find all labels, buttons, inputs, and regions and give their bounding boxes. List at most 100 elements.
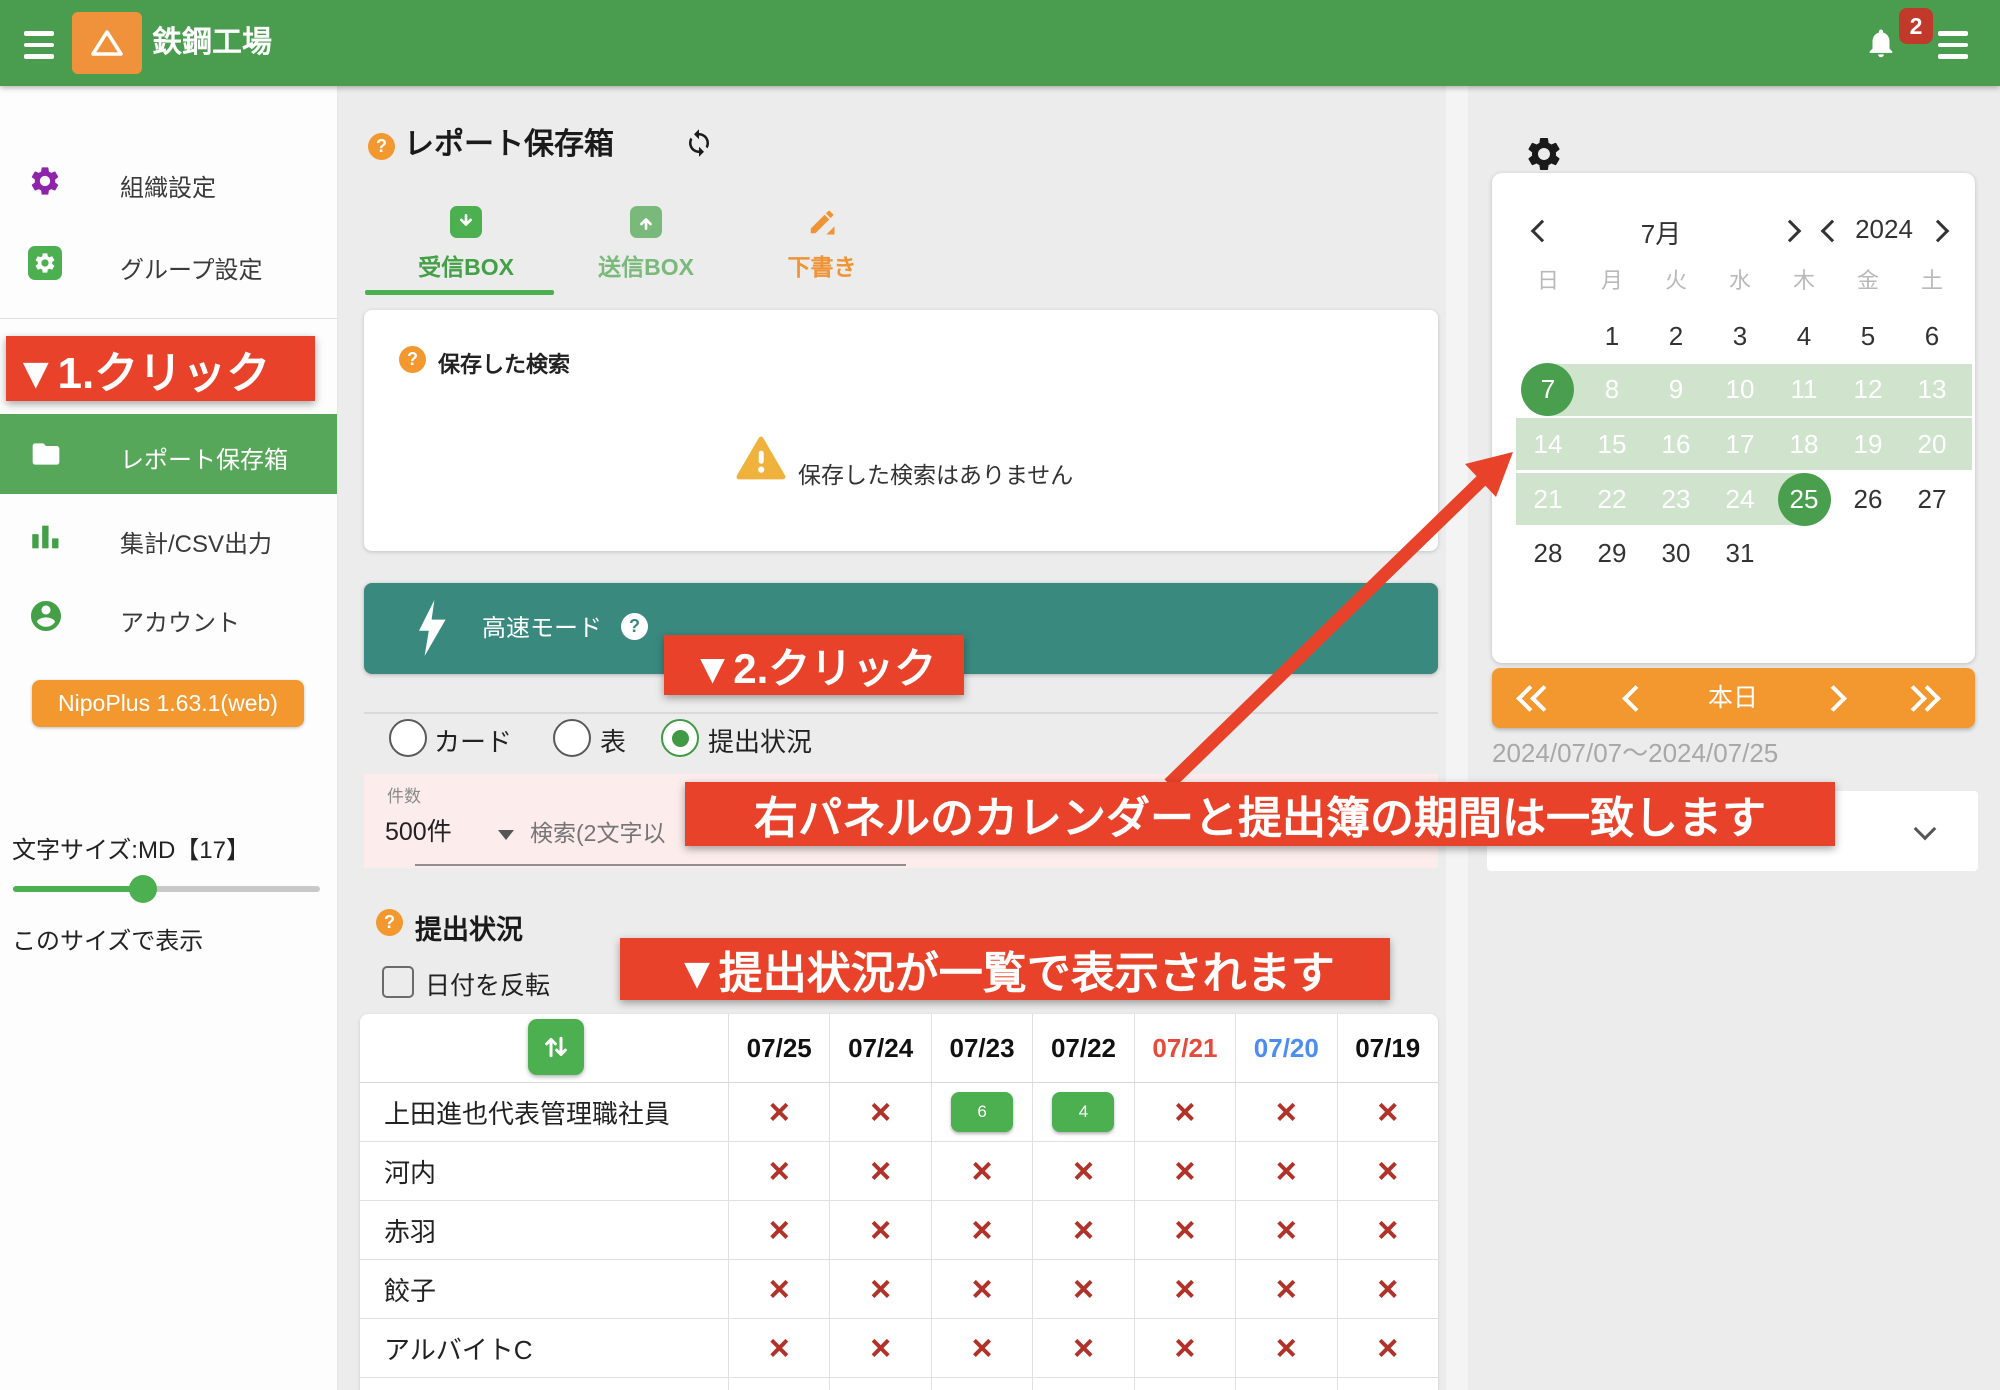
refresh-icon[interactable] (684, 128, 714, 158)
calendar-day-18[interactable]: 18 (1772, 418, 1836, 471)
radio-submission-label[interactable]: 提出状況 (708, 722, 812, 759)
submission-cell: × (728, 1260, 829, 1318)
calendar-day-25[interactable]: 25 (1772, 473, 1836, 526)
not-submitted-mark: × (1072, 1268, 1094, 1309)
calendar-day-10[interactable]: 10 (1708, 363, 1772, 416)
calendar-day-28[interactable]: 28 (1516, 527, 1580, 580)
calendar-year-label: 2024 (1855, 214, 1913, 244)
member-name (360, 1378, 728, 1390)
not-submitted-mark: × (1072, 1209, 1094, 1250)
prev-month-icon[interactable] (1530, 219, 1554, 243)
submission-count-badge[interactable]: 4 (1052, 1092, 1115, 1132)
calendar-day-15[interactable]: 15 (1580, 418, 1644, 471)
date-header-07/20: 07/20 (1235, 1014, 1336, 1082)
search-input[interactable] (528, 812, 692, 854)
tab-inbox[interactable]: 受信BOX (381, 206, 551, 282)
weekday-1: 月 (1600, 268, 1623, 293)
radio-card-view[interactable] (389, 719, 427, 757)
not-submitted-mark: × (1377, 1268, 1399, 1309)
sidebar-item-csv-export[interactable]: 集計/CSV出力 (120, 524, 272, 559)
calendar-day-31[interactable]: 31 (1708, 527, 1772, 580)
weekday-3: 水 (1728, 268, 1751, 293)
radio-table-view[interactable] (553, 719, 591, 757)
font-size-slider-knob[interactable] (129, 875, 157, 903)
count-select[interactable]: 500件 (385, 812, 452, 848)
help-icon-saved-search[interactable]: ? (399, 346, 426, 373)
submission-table: 07/25 07/24 07/23 07/22 07/21 07/20 07/19 上田進也… (360, 1014, 1438, 1390)
sidebar-item-org-settings[interactable]: 組織設定 (120, 168, 216, 203)
menu-hamburger-right[interactable] (1938, 31, 1968, 59)
submission-cell: × (930, 1142, 1032, 1200)
calendar-day-22[interactable]: 22 (1580, 473, 1644, 526)
not-submitted-mark: × (870, 1327, 892, 1368)
calendar-day-14[interactable]: 14 (1516, 418, 1580, 471)
submission-cell: × (829, 1083, 930, 1141)
calendar-day-30[interactable]: 30 (1644, 527, 1708, 580)
tab-draft[interactable]: 下書き (737, 206, 907, 282)
sidebar-item-account[interactable]: アカウント (120, 603, 240, 638)
today-button[interactable]: 本日 (1683, 668, 1783, 728)
search-underline (415, 864, 906, 866)
not-submitted-mark: × (971, 1327, 993, 1368)
menu-hamburger-left[interactable] (24, 31, 54, 59)
invert-dates-label[interactable]: 日付を反転 (425, 966, 550, 1002)
group-settings-gear-icon (28, 246, 62, 280)
scrollbar-strip[interactable] (1446, 86, 1468, 1390)
help-icon-report-box[interactable]: ? (368, 133, 395, 160)
calendar-day-29[interactable]: 29 (1580, 527, 1644, 580)
calendar-day-9[interactable]: 9 (1644, 363, 1708, 416)
calendar-day-17[interactable]: 17 (1708, 418, 1772, 471)
sort-button[interactable] (528, 1019, 584, 1075)
weekday-6: 土 (1920, 268, 1943, 293)
calendar-day-4[interactable]: 4 (1772, 310, 1836, 363)
notification-bell-icon[interactable] (1864, 24, 1898, 62)
notification-count-badge: 2 (1899, 8, 1933, 44)
not-submitted-mark: × (870, 1150, 892, 1191)
calendar-day-8[interactable]: 8 (1580, 363, 1644, 416)
table-row: アルバイトC × × × × × × × (360, 1319, 1438, 1378)
calendar-day-19[interactable]: 19 (1836, 418, 1900, 471)
folder-icon (32, 443, 60, 465)
help-icon-submission[interactable]: ? (376, 909, 403, 936)
submission-cell: × (1336, 1083, 1438, 1141)
submission-count-badge[interactable]: 6 (951, 1092, 1014, 1132)
radio-card-label[interactable]: カード (434, 722, 512, 759)
calendar-day-6[interactable]: 6 (1900, 310, 1964, 363)
radio-table-label[interactable]: 表 (600, 722, 626, 759)
back-icon[interactable] (1622, 685, 1649, 712)
calendar-day-12[interactable]: 12 (1836, 363, 1900, 416)
section-divider (364, 712, 1438, 714)
calendar-settings-gear-icon[interactable] (1524, 134, 1564, 174)
calendar-day-2[interactable]: 2 (1644, 310, 1708, 363)
app-logo[interactable] (72, 12, 142, 74)
calendar-day-7[interactable]: 7 (1516, 363, 1580, 416)
calendar-month-label: 7月 (1640, 219, 1682, 249)
invert-dates-checkbox[interactable] (382, 966, 414, 998)
tab-outbox[interactable]: 送信BOX (561, 206, 731, 282)
calendar-day-24[interactable]: 24 (1708, 473, 1772, 526)
calendar-day-21[interactable]: 21 (1516, 473, 1580, 526)
help-icon-fast-mode[interactable]: ? (621, 613, 648, 640)
not-submitted-mark: × (768, 1209, 790, 1250)
calendar-day-3[interactable]: 3 (1708, 310, 1772, 363)
calendar-day-23[interactable]: 23 (1644, 473, 1708, 526)
calendar-day-1[interactable]: 1 (1580, 310, 1644, 363)
submission-cell: × (728, 1083, 829, 1141)
next-month-icon[interactable] (1778, 219, 1802, 243)
calendar-day-20[interactable]: 20 (1900, 418, 1964, 471)
table-row: 上田進也代表管理職社員 × × 6 4 × × × (360, 1083, 1438, 1142)
calendar-day-5[interactable]: 5 (1836, 310, 1900, 363)
weekday-0: 日 (1536, 268, 1559, 293)
sidebar-item-group-settings[interactable]: グループ設定 (120, 250, 263, 285)
version-button[interactable]: NipoPlus 1.63.1(web) (32, 680, 304, 727)
forward-icon[interactable] (1820, 685, 1847, 712)
calendar-day-13[interactable]: 13 (1900, 363, 1964, 416)
calendar-day-26[interactable]: 26 (1836, 473, 1900, 526)
radio-submission-view[interactable] (661, 719, 699, 757)
submission-cell: × (829, 1319, 930, 1377)
submission-cell (930, 1378, 1032, 1390)
calendar-day-16[interactable]: 16 (1644, 418, 1708, 471)
sidebar-divider (0, 318, 337, 319)
calendar-day-11[interactable]: 11 (1772, 363, 1836, 416)
calendar-day-27[interactable]: 27 (1900, 473, 1964, 526)
